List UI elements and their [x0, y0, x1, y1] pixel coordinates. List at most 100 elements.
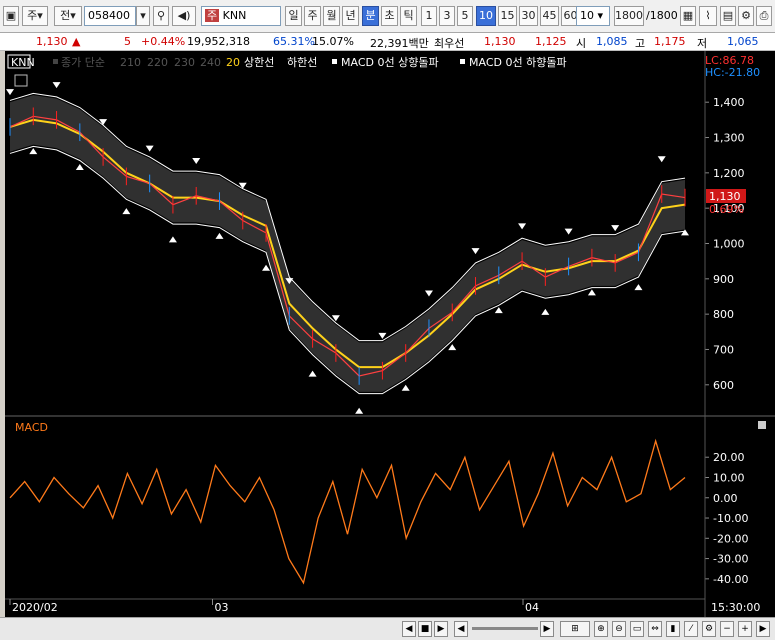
chart-grid-icon[interactable]: ▦ — [680, 6, 696, 26]
quote-best-bid: 1,125 — [535, 35, 567, 48]
settings-icon[interactable]: ⚙ — [738, 6, 754, 26]
interval-15[interactable]: 15 — [498, 6, 517, 26]
layout-icon[interactable]: ▣ — [3, 6, 19, 26]
legend-ma-20: 20 — [226, 56, 240, 69]
stock-code-input[interactable]: 058400 — [84, 6, 136, 26]
buy-arrow-icon — [308, 370, 317, 377]
interval-5[interactable]: 5 — [457, 6, 473, 26]
toolbar: ▣ 주▾ 전▾ 058400 ▾ ⚲ ◀) 주 KNN 일 주 월 년 분 초 … — [0, 0, 775, 33]
table-toggle-icon[interactable] — [14, 74, 28, 87]
sell-arrow-icon — [145, 145, 154, 152]
price-tick-label: 800 — [713, 308, 734, 321]
data-count-input[interactable]: 1800 — [614, 6, 644, 26]
macd-tick-label: -20.00 — [713, 532, 748, 545]
code-dropdown-icon[interactable]: ▾ — [136, 6, 150, 26]
quote-best-offer-label: 최우선 — [434, 37, 465, 50]
chart-area[interactable]: KNN 종가 단순 210 220 230 240 20 상한선 하한선 MAC… — [5, 51, 775, 617]
prev-select[interactable]: 전▾ — [54, 6, 82, 26]
sell-arrow-icon — [378, 332, 387, 339]
fit-icon[interactable]: ⇔ — [648, 621, 662, 637]
buy-arrow-icon — [29, 148, 38, 155]
legend-ma-240: 240 — [200, 56, 221, 69]
quote-low-label: 저 — [697, 37, 708, 50]
period-minute[interactable]: 분 — [362, 6, 379, 26]
scroll-left-button[interactable]: ◀ — [402, 621, 416, 637]
period-month[interactable]: 월 — [323, 6, 340, 26]
interval-1[interactable]: 1 — [421, 6, 437, 26]
period-second[interactable]: 초 — [381, 6, 398, 26]
price-tick-label: 1,300 — [713, 132, 745, 145]
signal-icon[interactable]: ⌇ — [699, 6, 717, 26]
page-left-button[interactable]: ◀ — [454, 621, 468, 637]
period-day[interactable]: 일 — [285, 6, 302, 26]
page-right-button[interactable]: ▶ — [540, 621, 554, 637]
quote-high: 1,175 — [654, 35, 686, 48]
save-icon[interactable]: ▤ — [720, 6, 736, 26]
stop-button[interactable]: ■ — [418, 621, 432, 637]
macd-close-icon[interactable] — [758, 421, 766, 429]
zoom-slider[interactable] — [472, 627, 538, 630]
sell-arrow-icon — [518, 223, 527, 230]
legend-macd-up: MACD 0선 상향돌파 — [341, 56, 439, 69]
legend-ma-210: 210 — [120, 56, 141, 69]
sell-arrow-icon — [564, 228, 573, 235]
rect-tool-icon[interactable]: ▭ — [630, 621, 644, 637]
market-select[interactable]: 주▾ — [22, 6, 48, 26]
buy-arrow-icon — [168, 236, 177, 243]
zoom-out-icon[interactable]: ⊖ — [612, 621, 626, 637]
period-tick[interactable]: 틱 — [400, 6, 417, 26]
legend-upper-band: 상한선 — [244, 56, 274, 69]
scroll-right-button[interactable]: ▶ — [756, 621, 770, 637]
sell-arrow-icon — [611, 225, 620, 232]
upper-band-line — [9, 92, 686, 342]
buy-arrow-icon — [681, 229, 689, 236]
chart-svg: KNN 종가 단순 210 220 230 240 20 상한선 하한선 MAC… — [5, 51, 775, 617]
stock-name: KNN — [222, 9, 247, 22]
interval-30[interactable]: 30 — [519, 6, 538, 26]
quote-volume-ratio: 65.31% — [273, 35, 315, 48]
sell-arrow-icon — [424, 290, 433, 297]
time-tick-label: 2020/02 — [12, 601, 58, 614]
line-icon[interactable]: ⁄ — [684, 621, 698, 637]
stock-name-field: 주 KNN — [201, 6, 281, 26]
crosshair-icon[interactable]: ⊞ — [560, 621, 590, 637]
print-icon[interactable]: ⎙ — [756, 6, 772, 26]
sell-arrow-icon — [657, 156, 666, 163]
buy-arrow-icon — [262, 264, 271, 271]
gear-icon[interactable]: ⚙ — [702, 621, 716, 637]
macd-line — [9, 438, 686, 585]
buy-arrow-icon — [541, 308, 550, 315]
search-icon[interactable]: ⚲ — [153, 6, 169, 26]
period-week[interactable]: 주 — [304, 6, 321, 26]
period-year[interactable]: 년 — [342, 6, 359, 26]
buy-arrow-icon — [448, 344, 457, 351]
minus-button[interactable]: − — [720, 621, 734, 637]
sell-arrow-icon — [238, 182, 247, 189]
current-price-pct: 0.69% — [709, 203, 744, 216]
time-tick-label: 04 — [525, 601, 539, 614]
price-axis: 1,4001,3001,2001,1001,000900800700600 — [705, 96, 745, 392]
count-select-value: 10 — [580, 9, 594, 22]
plus-button[interactable]: + — [738, 621, 752, 637]
quote-open: 1,085 — [596, 35, 628, 48]
legend-ticker: KNN — [11, 56, 35, 69]
current-price-tag: 1,130 — [709, 190, 741, 203]
price-tick-label: 1,000 — [713, 238, 745, 251]
interval-45[interactable]: 45 — [540, 6, 559, 26]
candle-icon[interactable]: ▮ — [666, 621, 680, 637]
bollinger-band-fill — [10, 95, 685, 392]
buy-arrow-icon — [494, 307, 503, 314]
sell-arrow-icon — [192, 158, 201, 165]
buy-arrow-icon — [215, 232, 224, 239]
interval-3[interactable]: 3 — [439, 6, 455, 26]
speaker-icon[interactable]: ◀) — [172, 6, 196, 26]
quote-change-pct: +0.44% — [141, 35, 186, 48]
interval-10[interactable]: 10 — [476, 6, 496, 26]
zoom-in-icon[interactable]: ⊕ — [594, 621, 608, 637]
play-button[interactable]: ▶ — [434, 621, 448, 637]
quote-price: 1,130 — [36, 35, 68, 48]
macd-tick-label: -30.00 — [713, 553, 748, 566]
count-select[interactable]: 10 ▾ — [576, 6, 610, 26]
macd-tick-label: 20.00 — [713, 451, 745, 464]
buy-arrow-icon — [401, 384, 410, 391]
